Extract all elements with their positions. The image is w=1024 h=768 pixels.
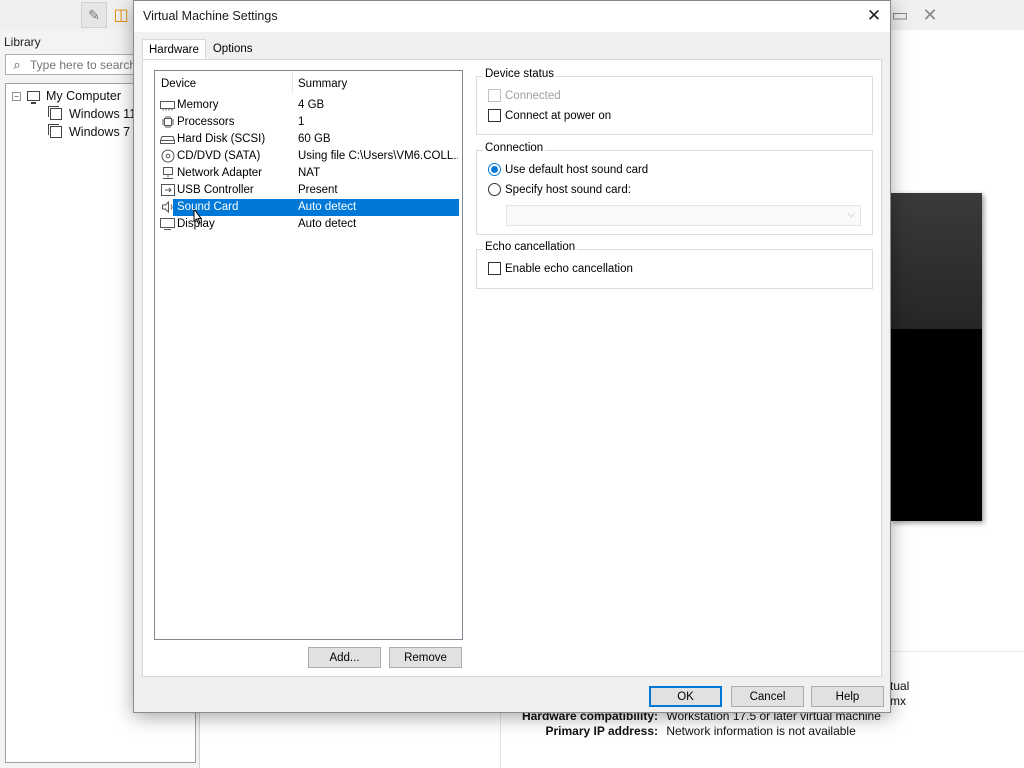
echo-cancellation-group: Echo cancellation Enable echo cancellati… [476, 241, 873, 289]
help-button[interactable]: Help [811, 686, 884, 707]
device-list-header: Device Summary [155, 71, 462, 95]
add-device-button[interactable]: Add... [308, 647, 381, 668]
device-row-hard-disk[interactable]: Hard Disk (SCSI) 60 GB [157, 131, 461, 148]
display-icon [160, 217, 175, 231]
ok-button[interactable]: OK [649, 686, 722, 707]
hardware-tab-page: Device Summary Memory 4 GB Processors 1 [142, 59, 882, 677]
device-row-cd-dvd[interactable]: CD/DVD (SATA) Using file C:\Users\VM6.CO… [157, 148, 461, 165]
hard-disk-icon [160, 132, 175, 146]
device-row-processors[interactable]: Processors 1 [157, 114, 461, 131]
device-summary: Auto detect [298, 218, 357, 230]
memory-icon [160, 98, 175, 112]
device-row-memory[interactable]: Memory 4 GB [157, 97, 461, 114]
column-header-summary[interactable]: Summary [298, 78, 347, 90]
remove-device-button[interactable]: Remove [389, 647, 462, 668]
speaker-icon [160, 200, 175, 214]
radio-icon[interactable] [488, 183, 501, 196]
detail-value: Network information is not available [666, 724, 856, 738]
dialog-title: Virtual Machine Settings [143, 9, 278, 23]
primary-ip-row: Primary IP address: Network information … [504, 724, 856, 738]
device-name: CD/DVD (SATA) [177, 150, 261, 162]
chevron-down-icon: ⌵ [847, 209, 855, 220]
checkbox-icon[interactable] [488, 89, 501, 102]
host-sound-card-select[interactable]: ⌵ [506, 205, 861, 226]
connect-at-power-on-checkbox[interactable]: Connect at power on [488, 109, 611, 122]
device-name: Network Adapter [177, 167, 263, 179]
vm-icon[interactable]: ◫ [108, 2, 134, 28]
device-summary: Using file C:\Users\VM6.COLL... [298, 150, 458, 162]
group-title: Echo cancellation [483, 241, 578, 253]
vm-icon [48, 106, 62, 120]
checkbox-label: Connected [505, 89, 561, 102]
device-summary: 60 GB [298, 133, 331, 145]
radio-label: Use default host sound card [505, 163, 649, 176]
device-name: Processors [177, 116, 235, 128]
network-adapter-icon [160, 166, 175, 180]
processor-icon [160, 115, 175, 129]
cancel-button[interactable]: Cancel [731, 686, 804, 707]
checkbox-icon[interactable] [488, 109, 501, 122]
radio-label: Specify host sound card: [505, 183, 631, 196]
vm-console-preview[interactable] [890, 193, 982, 521]
connection-group: Connection Use default host sound card S… [476, 142, 873, 235]
pin-icon[interactable]: ✎ [81, 2, 107, 28]
device-name: Hard Disk (SCSI) [177, 133, 266, 145]
vm-settings-dialog: Virtual Machine Settings ✕ Hardware Opti… [133, 0, 891, 713]
use-default-host-sound-card-radio[interactable]: Use default host sound card [488, 163, 648, 176]
computer-icon [27, 91, 40, 104]
library-title: Library [4, 35, 41, 49]
tree-item-label: My Computer [46, 89, 122, 103]
collapse-icon[interactable]: − [12, 91, 21, 101]
checkbox-label: Enable echo cancellation [505, 262, 633, 275]
device-name: Sound Card [177, 201, 239, 213]
device-summary: 4 GB [298, 99, 325, 111]
close-icon[interactable]: ✕ [916, 2, 944, 28]
radio-selected-icon[interactable] [488, 163, 501, 176]
device-status-group: Device status Connected Connect at power… [476, 68, 873, 135]
tree-item-label: Windows 11 [69, 107, 137, 121]
details-fragment: mx [890, 694, 906, 708]
device-summary: 1 [298, 116, 305, 128]
column-header-device[interactable]: Device [161, 78, 196, 90]
tree-item-vm[interactable]: Windows 11 [48, 105, 137, 123]
tab-hardware[interactable]: Hardware [142, 39, 206, 60]
group-title: Device status [483, 68, 557, 80]
device-row-network-adapter[interactable]: Network Adapter NAT [157, 165, 461, 182]
tab-strip: Hardware Options [142, 39, 260, 60]
tree-item-my-computer[interactable]: − My Computer [12, 87, 121, 105]
tab-options[interactable]: Options [206, 39, 260, 59]
device-list[interactable]: Device Summary Memory 4 GB Processors 1 [154, 70, 463, 640]
device-name: USB Controller [177, 184, 254, 196]
specify-host-sound-card-radio[interactable]: Specify host sound card: [488, 183, 631, 196]
cd-dvd-icon [160, 149, 175, 163]
vm-icon [48, 124, 62, 138]
close-icon[interactable]: ✕ [862, 4, 886, 28]
device-name: Memory [177, 99, 219, 111]
search-icon: ⌕ [13, 56, 21, 72]
dialog-titlebar[interactable]: Virtual Machine Settings ✕ [134, 1, 890, 32]
device-summary: Auto detect [298, 201, 357, 213]
group-title: Connection [483, 142, 546, 154]
device-summary: NAT [298, 167, 321, 179]
enable-echo-cancellation-checkbox[interactable]: Enable echo cancellation [488, 262, 633, 275]
device-summary: Present [298, 184, 338, 196]
checkbox-label: Connect at power on [505, 109, 612, 122]
details-fragment: tual [890, 679, 910, 693]
checkbox-icon[interactable] [488, 262, 501, 275]
connected-checkbox[interactable]: Connected [488, 89, 561, 102]
detail-label: Primary IP address: [545, 724, 658, 738]
device-row-usb-controller[interactable]: USB Controller Present [157, 182, 461, 199]
usb-icon [160, 183, 175, 197]
